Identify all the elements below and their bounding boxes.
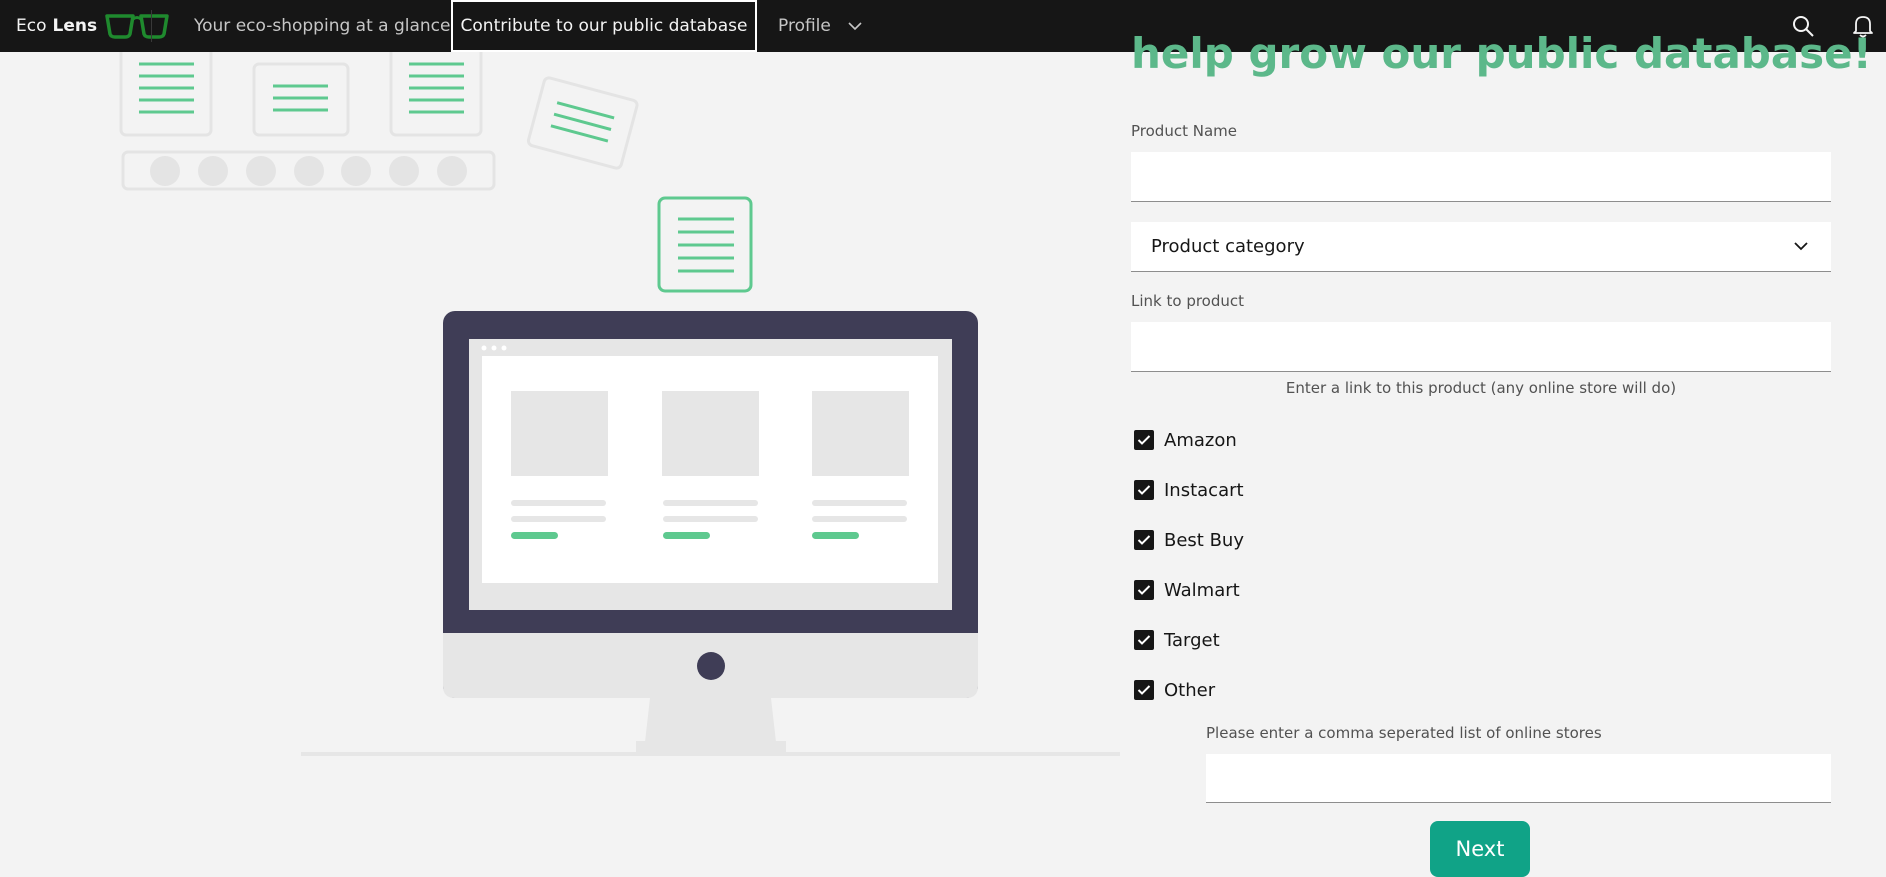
product-link-input[interactable] [1131, 322, 1831, 372]
store-label: Walmart [1164, 579, 1240, 601]
store-checkbox-best-buy[interactable]: Best Buy [1134, 527, 1244, 553]
brand-divider [151, 10, 152, 42]
product-category-select[interactable]: Product category [1131, 222, 1831, 272]
checkbox-checked-icon [1134, 430, 1154, 450]
store-checkbox-other[interactable]: Other [1134, 677, 1215, 703]
nav-contribute-database[interactable]: Contribute to our public database [451, 0, 757, 52]
product-link-helper: Enter a link to this product (any online… [1285, 379, 1677, 397]
store-label: Instacart [1164, 479, 1244, 501]
nav-eco-shopping[interactable]: Your eco-shopping at a glance [194, 0, 450, 52]
store-label: Target [1164, 629, 1220, 651]
nav-profile-label: Profile [778, 16, 831, 36]
store-label: Other [1164, 679, 1216, 701]
database-illustration [119, 52, 1120, 756]
product-category-value: Product category [1151, 236, 1305, 257]
brand-prefix: Eco [16, 16, 47, 36]
page-headline: help grow our public database! [1131, 29, 1872, 78]
checkbox-checked-icon [1134, 630, 1154, 650]
nav-profile-menu[interactable]: Profile [778, 0, 862, 52]
store-checkbox-instacart[interactable]: Instacart [1134, 477, 1244, 503]
glasses-icon [105, 14, 169, 39]
checkbox-checked-icon [1134, 480, 1154, 500]
next-button[interactable]: Next [1430, 821, 1530, 877]
chevron-down-icon [1794, 242, 1808, 251]
checkbox-checked-icon [1134, 680, 1154, 700]
chevron-down-icon [848, 22, 862, 31]
brand-name: Lens [52, 16, 98, 36]
checkbox-checked-icon [1134, 580, 1154, 600]
store-label: Best Buy [1164, 529, 1244, 551]
product-link-label: Link to product [1131, 292, 1245, 310]
other-stores-label: Please enter a comma seperated list of o… [1206, 724, 1602, 742]
product-name-input[interactable] [1131, 152, 1831, 202]
checkbox-checked-icon [1134, 530, 1154, 550]
product-name-label: Product Name [1131, 122, 1237, 140]
other-stores-input[interactable] [1206, 754, 1831, 803]
store-checkbox-walmart[interactable]: Walmart [1134, 577, 1240, 603]
store-checkbox-amazon[interactable]: Amazon [1134, 427, 1237, 453]
store-label: Amazon [1164, 429, 1237, 451]
store-checkbox-target[interactable]: Target [1134, 627, 1220, 653]
brand-logo[interactable]: Eco Lens [16, 0, 169, 52]
